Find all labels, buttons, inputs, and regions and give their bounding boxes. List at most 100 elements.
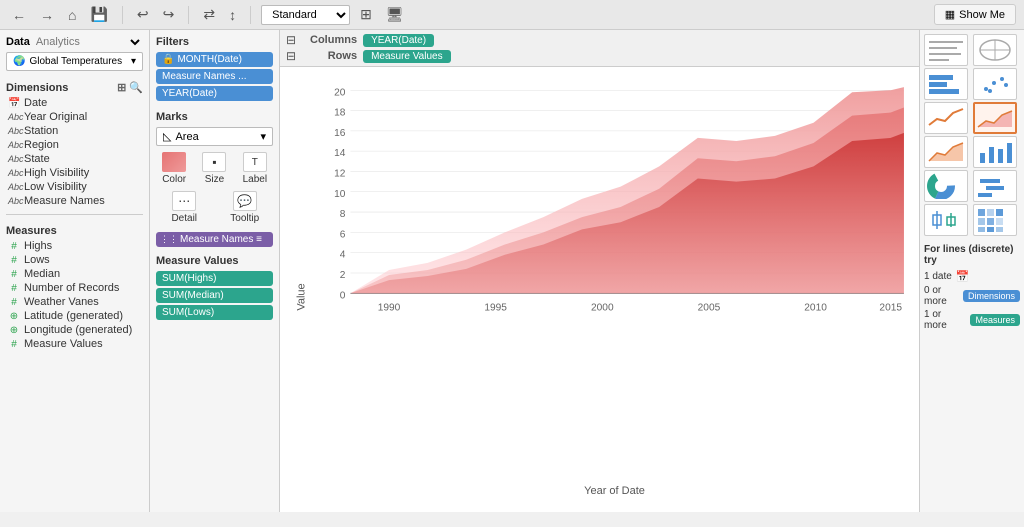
chart-type-text[interactable] bbox=[924, 34, 968, 66]
standard-dropdown[interactable]: Standard bbox=[261, 5, 350, 25]
columns-label: Columns bbox=[302, 34, 357, 46]
svg-text:16: 16 bbox=[334, 128, 346, 139]
lock-icon: 🔒 bbox=[162, 54, 174, 65]
dim-year-original[interactable]: Abc Year Original bbox=[6, 110, 143, 124]
chip-sum-median[interactable]: SUM(Median) bbox=[156, 288, 273, 303]
filter-year[interactable]: YEAR(Date) bbox=[156, 86, 273, 101]
chart-type-pie[interactable] bbox=[924, 170, 968, 202]
tooltip-control[interactable]: 💬 Tooltip bbox=[217, 191, 274, 224]
undo-icon[interactable]: ↩ bbox=[133, 4, 153, 25]
svg-text:2: 2 bbox=[340, 270, 346, 281]
rows-measure-chip[interactable]: Measure Values bbox=[363, 50, 451, 63]
measure-num-records[interactable]: # Number of Records bbox=[6, 281, 143, 295]
data-source-select[interactable] bbox=[123, 36, 143, 48]
size-icon: ▪ bbox=[202, 152, 226, 172]
marks-section: Marks ◺ Area ▾ Color ▪ Size T Label bbox=[156, 111, 273, 247]
label-control[interactable]: T Label bbox=[237, 152, 273, 185]
show-me-button[interactable]: ▦ Show Me bbox=[934, 4, 1016, 25]
chart-type-heatmap[interactable] bbox=[973, 204, 1017, 236]
measure-longitude[interactable]: ⊕ Longitude (generated) bbox=[6, 323, 143, 337]
chart-type-area[interactable] bbox=[973, 102, 1017, 134]
forward-icon[interactable]: → bbox=[36, 5, 58, 25]
home-icon[interactable]: ⌂ bbox=[64, 5, 80, 25]
y-axis-label: Value bbox=[296, 283, 308, 310]
svg-text:20: 20 bbox=[334, 87, 346, 98]
hash-mvals-icon: # bbox=[8, 339, 20, 350]
svg-text:10: 10 bbox=[334, 189, 346, 200]
measure-latitude[interactable]: ⊕ Latitude (generated) bbox=[6, 309, 143, 323]
filter-month[interactable]: 🔒 MONTH(Date) bbox=[156, 52, 273, 67]
toolbar: ← → ⌂ 💾 ↩ ↪ ⇄ ↕ Standard ⊞ 🖥 ▦ Show Me bbox=[0, 0, 1024, 30]
dim-low-visibility[interactable]: Abc Low Visibility bbox=[6, 180, 143, 194]
dim-region[interactable]: Abc Region bbox=[6, 138, 143, 152]
color-icon bbox=[162, 152, 186, 172]
chart-type-bar-h[interactable] bbox=[924, 68, 968, 100]
date-dim-icon: 📅 bbox=[8, 98, 20, 109]
chart-type-dual-line[interactable] bbox=[924, 136, 968, 168]
chart-container: Value bbox=[280, 67, 919, 527]
abc-state-icon: Abc bbox=[8, 154, 20, 164]
hint-section: For lines (discrete) try 1 date 📅 0 or m… bbox=[924, 244, 1020, 333]
dim-state[interactable]: Abc State bbox=[6, 152, 143, 166]
chart-type-line[interactable] bbox=[924, 102, 968, 134]
measures-header: Measures bbox=[6, 225, 143, 237]
svg-text:2010: 2010 bbox=[804, 303, 827, 314]
columns-year-chip[interactable]: YEAR(Date) bbox=[363, 34, 434, 47]
dim-station[interactable]: Abc Station bbox=[6, 124, 143, 138]
analytics-tab[interactable]: Analytics bbox=[36, 36, 80, 48]
dim-date[interactable]: 📅 Date bbox=[6, 96, 143, 110]
filter-measure-names[interactable]: Measure Names ... bbox=[156, 69, 273, 84]
measure-values-section: Measure Values SUM(Highs) SUM(Median) SU… bbox=[156, 255, 273, 322]
hash-highs-icon: # bbox=[8, 241, 20, 252]
marks-detail-tooltip: ⋯ Detail 💬 Tooltip bbox=[156, 191, 273, 224]
monitor-icon[interactable]: 🖥 bbox=[382, 4, 408, 25]
detail-icon: ⋯ bbox=[172, 191, 196, 211]
chip-sum-highs[interactable]: SUM(Highs) bbox=[156, 271, 273, 286]
calendar-icon: 📅 bbox=[956, 270, 970, 283]
chart-type-bar-v[interactable] bbox=[973, 136, 1017, 168]
back-icon[interactable]: ← bbox=[8, 5, 30, 25]
hint-line-2: 0 or more Dimensions bbox=[924, 285, 1020, 307]
svg-text:2005: 2005 bbox=[698, 303, 721, 314]
marks-type-dropdown[interactable]: ◺ Area ▾ bbox=[156, 127, 273, 146]
measure-highs[interactable]: # Highs bbox=[6, 239, 143, 253]
detail-control[interactable]: ⋯ Detail bbox=[156, 191, 213, 224]
save-icon[interactable]: 💾 bbox=[86, 4, 111, 25]
swap-icon[interactable]: ⇄ bbox=[199, 4, 219, 25]
chart-type-scatter[interactable] bbox=[973, 68, 1017, 100]
chip-sum-lows[interactable]: SUM(Lows) bbox=[156, 305, 273, 320]
tooltip-icon: 💬 bbox=[233, 191, 257, 211]
globe-icon: 🌍 bbox=[13, 56, 25, 67]
columns-shelf: ⊟ Columns YEAR(Date) bbox=[286, 32, 913, 48]
search-icon[interactable]: 🔍 bbox=[129, 81, 143, 94]
chart-type-map[interactable] bbox=[973, 34, 1017, 66]
separator-2 bbox=[188, 6, 189, 24]
grid-icon[interactable]: ⊞ bbox=[356, 4, 376, 25]
measure-median[interactable]: # Median bbox=[6, 267, 143, 281]
marks-controls: Color ▪ Size T Label bbox=[156, 152, 273, 185]
rows-label: Rows bbox=[302, 50, 357, 62]
redo-icon[interactable]: ↪ bbox=[159, 4, 179, 25]
dim-measure-names[interactable]: Abc Measure Names bbox=[6, 194, 143, 208]
grid-view-icon[interactable]: ⊞ bbox=[117, 81, 126, 94]
measure-measure-values[interactable]: # Measure Values bbox=[6, 337, 143, 351]
svg-text:2015: 2015 bbox=[879, 303, 902, 314]
dim-high-visibility[interactable]: Abc High Visibility bbox=[6, 166, 143, 180]
chart-type-box[interactable] bbox=[924, 204, 968, 236]
marks-label: Marks bbox=[156, 111, 273, 123]
label-icon: T bbox=[243, 152, 267, 172]
x-axis-label: Year of Date bbox=[320, 485, 909, 497]
measure-lows[interactable]: # Lows bbox=[6, 253, 143, 267]
chart-type-gantt[interactable] bbox=[973, 170, 1017, 202]
sort-icon[interactable]: ↕ bbox=[225, 5, 240, 25]
right-panel: For lines (discrete) try 1 date 📅 0 or m… bbox=[919, 30, 1024, 512]
measure-weather-vanes[interactable]: # Weather Vanes bbox=[6, 295, 143, 309]
data-source-selector[interactable]: 🌍 Global Temperatures ▾ bbox=[6, 52, 143, 71]
dropdown-arrow-icon: ▾ bbox=[131, 56, 136, 67]
chart-type-grid bbox=[924, 34, 1020, 236]
size-control[interactable]: ▪ Size bbox=[196, 152, 232, 185]
color-control[interactable]: Color bbox=[156, 152, 192, 185]
shelves: ⊟ Columns YEAR(Date) ⊟ Rows Measure Valu… bbox=[280, 30, 919, 67]
data-tab[interactable]: Data bbox=[6, 36, 30, 48]
measure-names-chip[interactable]: ⋮⋮ Measure Names ≡ bbox=[156, 232, 273, 247]
